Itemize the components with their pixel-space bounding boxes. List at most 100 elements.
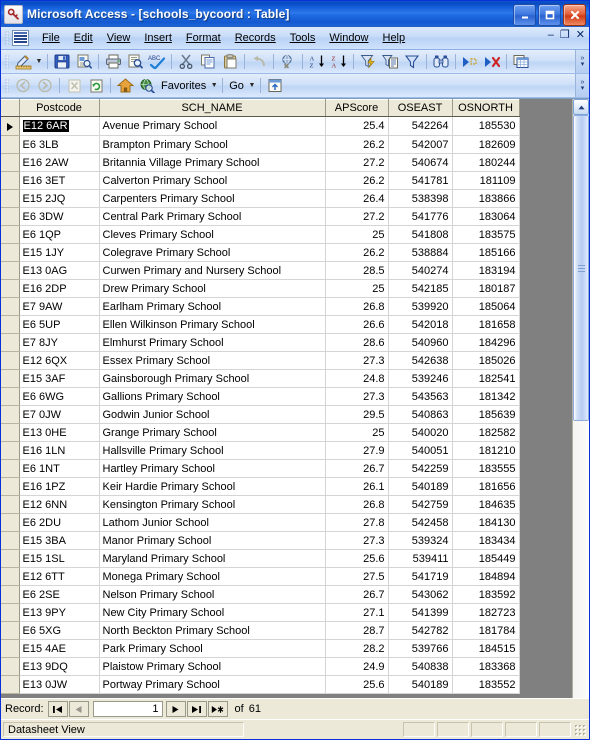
- cell-apscore[interactable]: 27.2: [325, 153, 389, 172]
- cell-postcode[interactable]: E12 6TT: [19, 567, 100, 586]
- cell-osnorth[interactable]: 180187: [452, 279, 520, 298]
- start-page-icon[interactable]: [264, 76, 286, 96]
- cell-osnorth[interactable]: 185449: [452, 549, 520, 568]
- table-row[interactable]: E15 2JQ Carpenters Primary School 26.4 5383…: [1, 189, 520, 208]
- vertical-scrollbar[interactable]: [572, 99, 589, 698]
- stop-x-icon[interactable]: [63, 76, 85, 96]
- cell-sch_name[interactable]: Earlham Primary School: [99, 297, 326, 316]
- table-row[interactable]: E16 2AW Britannia Village Primary School 2…: [1, 153, 520, 172]
- row-selector[interactable]: [1, 297, 20, 316]
- table-row[interactable]: E6 2SE Nelson Primary School 26.7 543062 183…: [1, 585, 520, 604]
- funnel-icon[interactable]: [401, 52, 423, 72]
- cell-oseast[interactable]: 540051: [388, 441, 453, 460]
- mdi-minimize-button[interactable]: –: [548, 30, 554, 41]
- row-selector[interactable]: [1, 279, 20, 298]
- cell-oseast[interactable]: 540189: [388, 675, 453, 694]
- globe-magnifier-icon[interactable]: [136, 76, 158, 96]
- menu-item-window[interactable]: Window: [322, 30, 375, 46]
- cell-oseast[interactable]: 538398: [388, 189, 453, 208]
- cell-osnorth[interactable]: 181658: [452, 315, 520, 334]
- cell-osnorth[interactable]: 184515: [452, 639, 520, 658]
- row-selector[interactable]: [1, 387, 20, 406]
- filter-form-icon[interactable]: [379, 52, 401, 72]
- cell-osnorth[interactable]: 184635: [452, 495, 520, 514]
- cell-postcode[interactable]: E15 3BA: [19, 531, 100, 550]
- new-record-button[interactable]: [207, 701, 228, 717]
- cell-sch_name[interactable]: North Beckton Primary School: [99, 621, 326, 640]
- cell-postcode[interactable]: E16 1PZ: [19, 477, 100, 496]
- cell-oseast[interactable]: 540863: [388, 405, 453, 424]
- house-icon[interactable]: [114, 76, 136, 96]
- row-selector[interactable]: [1, 261, 20, 280]
- abc-check-icon[interactable]: ABC: [146, 52, 168, 72]
- previous-record-button[interactable]: [68, 701, 89, 717]
- cell-osnorth[interactable]: 183555: [452, 459, 520, 478]
- cell-apscore[interactable]: 27.3: [325, 351, 389, 370]
- cell-osnorth[interactable]: 182582: [452, 423, 520, 442]
- cell-apscore[interactable]: 28.2: [325, 639, 389, 658]
- cell-postcode[interactable]: E15 3AF: [19, 369, 100, 388]
- cell-apscore[interactable]: 26.2: [325, 135, 389, 154]
- cell-sch_name[interactable]: Elmhurst Primary School: [99, 333, 326, 352]
- cell-sch_name[interactable]: Park Primary School: [99, 639, 326, 658]
- cell-osnorth[interactable]: 180244: [452, 153, 520, 172]
- cell-sch_name[interactable]: Kensington Primary School: [99, 495, 326, 514]
- cell-postcode[interactable]: E16 2AW: [19, 153, 100, 172]
- cell-postcode[interactable]: E6 3LB: [19, 135, 100, 154]
- cell-sch_name[interactable]: Godwin Junior School: [99, 405, 326, 424]
- cell-postcode[interactable]: E6 5XG: [19, 621, 100, 640]
- cell-apscore[interactable]: 26.7: [325, 585, 389, 604]
- row-selector[interactable]: [1, 369, 20, 388]
- cell-postcode[interactable]: E6 5UP: [19, 315, 100, 334]
- cell-postcode[interactable]: E12 6QX: [19, 351, 100, 370]
- row-selector[interactable]: [1, 621, 20, 640]
- row-selector[interactable]: [1, 333, 20, 352]
- back-arrow-icon[interactable]: [12, 76, 34, 96]
- row-selector[interactable]: [1, 675, 20, 694]
- cell-osnorth[interactable]: 181342: [452, 387, 520, 406]
- column-header-sch-name[interactable]: SCH_NAME: [99, 99, 326, 117]
- row-selector[interactable]: [1, 351, 20, 370]
- cell-postcode[interactable]: E7 0JW: [19, 405, 100, 424]
- cell-postcode[interactable]: E13 0JW: [19, 675, 100, 694]
- table-row[interactable]: E13 9PY New City Primary School 27.1 541399…: [1, 603, 520, 622]
- cell-osnorth[interactable]: 185166: [452, 243, 520, 262]
- cell-sch_name[interactable]: Essex Primary School: [99, 351, 326, 370]
- cell-apscore[interactable]: 25: [325, 279, 389, 298]
- table-row[interactable]: E16 3ET Calverton Primary School 26.2 54178…: [1, 171, 520, 190]
- table-row[interactable]: E15 4AE Park Primary School 28.2 539766 1845…: [1, 639, 520, 658]
- row-selector-current[interactable]: [1, 116, 20, 136]
- database-window-icon[interactable]: [510, 52, 532, 72]
- last-record-button[interactable]: [186, 701, 207, 717]
- cell-oseast[interactable]: 542638: [388, 351, 453, 370]
- cell-osnorth[interactable]: 185026: [452, 351, 520, 370]
- row-selector[interactable]: [1, 477, 20, 496]
- cell-osnorth[interactable]: 183434: [452, 531, 520, 550]
- go-label[interactable]: Go: [226, 80, 247, 92]
- ruler-pencil-icon[interactable]: [12, 52, 34, 72]
- row-selector[interactable]: [1, 153, 20, 172]
- table-row[interactable]: E13 0JW Portway Primary School 25.6 540189 1…: [1, 675, 520, 694]
- cell-osnorth[interactable]: 181210: [452, 441, 520, 460]
- copy-pages-icon[interactable]: [197, 52, 219, 72]
- table-row[interactable]: E6 5XG North Beckton Primary School 28.7 54…: [1, 621, 520, 640]
- minimize-button[interactable]: [513, 4, 536, 26]
- cell-sch_name[interactable]: Gallions Primary School: [99, 387, 326, 406]
- cell-oseast[interactable]: 542782: [388, 621, 453, 640]
- cell-osnorth[interactable]: 185530: [452, 116, 520, 136]
- row-selector[interactable]: [1, 567, 20, 586]
- cell-oseast[interactable]: 543062: [388, 585, 453, 604]
- page-magnifier-icon[interactable]: [124, 52, 146, 72]
- cell-oseast[interactable]: 540274: [388, 261, 453, 280]
- binoculars-icon[interactable]: [430, 52, 452, 72]
- table-row[interactable]: E12 6QX Essex Primary School 27.3 542638 185…: [1, 351, 520, 370]
- column-header-apscore[interactable]: APScore: [325, 99, 389, 117]
- next-record-button[interactable]: [165, 701, 186, 717]
- cell-osnorth[interactable]: 183575: [452, 225, 520, 244]
- table-row[interactable]: E6 5UP Ellen Wilkinson Primary School 26.6…: [1, 315, 520, 334]
- cell-oseast[interactable]: 542264: [388, 116, 453, 136]
- table-row[interactable]: E15 1SL Maryland Primary School 25.6 539411…: [1, 549, 520, 568]
- cell-postcode[interactable]: E6 2SE: [19, 585, 100, 604]
- cell-oseast[interactable]: 542018: [388, 315, 453, 334]
- vertical-scrollbar-track[interactable]: [573, 115, 589, 698]
